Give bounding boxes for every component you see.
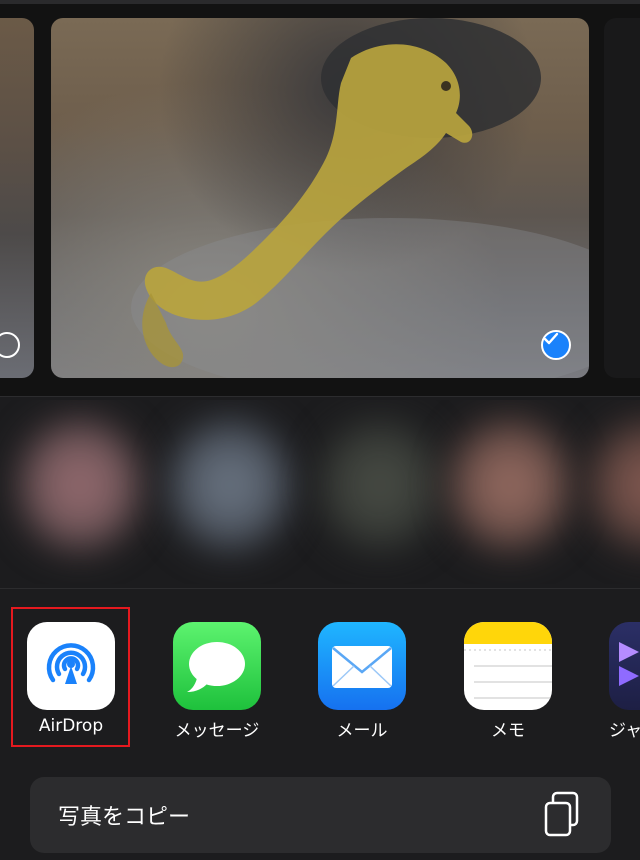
contact-avatar[interactable] — [20, 420, 140, 550]
app-partial[interactable]: ジャ — [609, 622, 640, 741]
copy-photo-label: 写真をコピー — [58, 805, 191, 830]
app-label: メール — [336, 721, 388, 741]
messages-icon — [173, 622, 261, 710]
app-label: ジャ — [609, 721, 640, 741]
mail-icon — [318, 622, 406, 710]
selection-circle-empty[interactable] — [0, 332, 20, 358]
photo-thumbnail-previous[interactable] — [0, 18, 34, 378]
photo-thumbnail-next[interactable] — [604, 18, 640, 378]
copy-icon — [543, 791, 583, 839]
notes-icon — [464, 622, 552, 710]
contact-avatar[interactable] — [590, 420, 640, 550]
divider — [0, 396, 640, 397]
app-label: メモ — [491, 721, 525, 741]
selected-check-icon[interactable] — [541, 330, 571, 360]
copy-photo-button[interactable]: 写真をコピー — [30, 777, 611, 853]
contact-avatar[interactable] — [450, 420, 570, 550]
contact-avatar[interactable] — [170, 420, 290, 550]
app-notes[interactable]: メモ — [464, 622, 552, 741]
divider — [0, 588, 640, 589]
photo-thumbnail-selected[interactable] — [51, 18, 589, 378]
app-mail[interactable]: メール — [318, 622, 406, 741]
seahorse-photo — [131, 18, 589, 378]
photo-carousel[interactable] — [0, 0, 640, 396]
app-messages[interactable]: メッセージ — [173, 622, 261, 741]
highlight-annotation — [11, 607, 130, 747]
people-suggestions-row[interactable] — [0, 400, 640, 584]
app-label: メッセージ — [174, 721, 260, 741]
shortcuts-icon — [609, 622, 640, 710]
top-edge — [0, 0, 640, 4]
contact-avatar[interactable] — [320, 420, 440, 550]
